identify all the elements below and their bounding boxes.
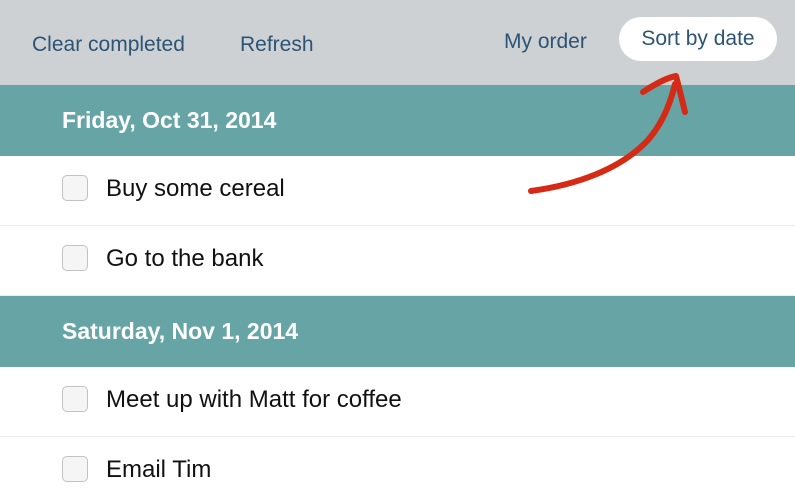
date-group-title: Friday, Oct 31, 2014 — [62, 107, 277, 133]
sort-by-date-button[interactable]: Sort by date — [619, 17, 777, 61]
task-label: Buy some cereal — [106, 175, 285, 202]
task-checkbox[interactable] — [62, 456, 88, 482]
date-group-header: Friday, Oct 31, 2014 — [0, 85, 795, 156]
clear-completed-button[interactable]: Clear completed — [32, 28, 185, 62]
task-checkbox[interactable] — [62, 175, 88, 201]
date-group-title: Saturday, Nov 1, 2014 — [62, 318, 299, 344]
task-row: Meet up with Matt for coffee — [0, 367, 795, 437]
task-row: Go to the bank — [0, 226, 795, 296]
toolbar: Clear completed Refresh My order Sort by… — [0, 0, 795, 85]
task-row: Email Tim — [0, 437, 795, 498]
task-label: Email Tim — [106, 456, 212, 483]
my-order-button[interactable]: My order — [504, 25, 587, 59]
date-group-header: Saturday, Nov 1, 2014 — [0, 296, 795, 367]
task-checkbox[interactable] — [62, 386, 88, 412]
task-checkbox[interactable] — [62, 245, 88, 271]
task-row: Buy some cereal — [0, 156, 795, 226]
task-label: Meet up with Matt for coffee — [106, 386, 402, 413]
task-label: Go to the bank — [106, 245, 264, 272]
todo-app: Clear completed Refresh My order Sort by… — [0, 0, 795, 498]
refresh-button[interactable]: Refresh — [240, 28, 314, 62]
